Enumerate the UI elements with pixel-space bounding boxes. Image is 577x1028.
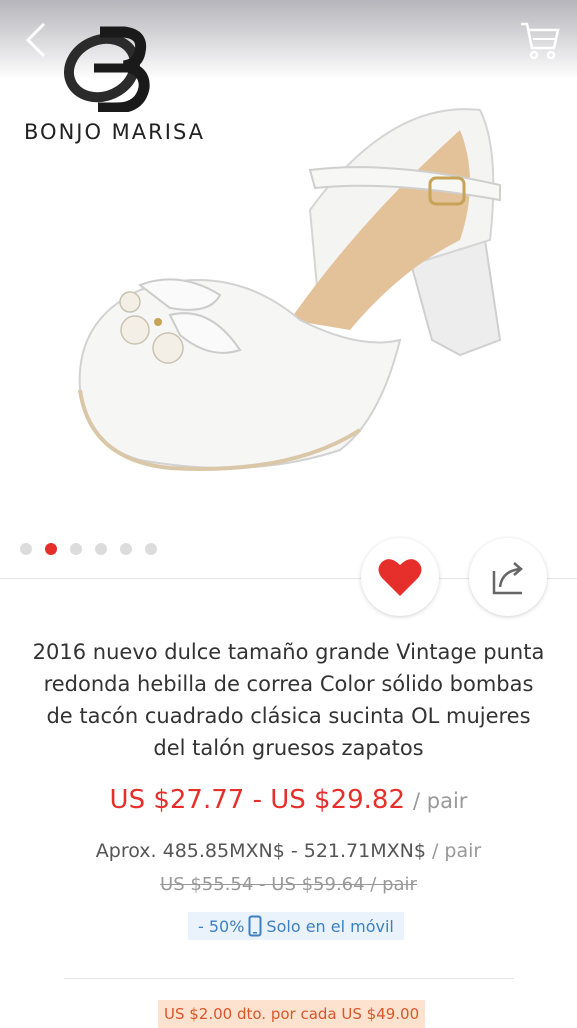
pagination-dot-active[interactable] [45,543,57,555]
pagination-dot[interactable] [70,543,82,555]
price-row: US $27.77 - US $29.82 / pair [0,785,577,815]
share-button[interactable] [469,538,547,616]
cart-button[interactable] [518,18,562,62]
original-price: US $55.54 - US $59.64 / pair [160,874,417,895]
pagination-dot[interactable] [120,543,132,555]
divider [64,978,514,979]
mobile-discount-badge: - 50% Solo en el móvil [188,912,404,940]
gallery-pagination [20,543,157,555]
cart-icon [521,22,560,60]
pagination-dot[interactable] [145,543,157,555]
pagination-dot[interactable] [95,543,107,555]
price-unit: / pair [413,789,468,813]
share-icon [492,562,523,595]
chevron-left-icon [25,22,46,58]
approx-price: Aprox. 485.85MXN$ - 521.71MXN$ [95,840,426,862]
mobile-only-label: Solo en el móvil [266,916,394,936]
brand-logo [64,26,150,112]
pagination-dot[interactable] [20,543,32,555]
product-gallery[interactable]: BONJO MARISA [0,0,577,579]
brand-name: BONJO MARISA [24,120,206,144]
back-button[interactable] [18,20,58,60]
approx-unit: / pair [431,840,482,862]
phone-icon [248,915,262,937]
product-title: 2016 nuevo dulce tamaño grande Vintage p… [32,640,545,760]
product-price: US $27.77 - US $29.82 [109,785,406,815]
product-image[interactable] [60,90,520,490]
favorite-button[interactable] [361,538,439,616]
approx-price-row: Aprox. 485.85MXN$ - 521.71MXN$ / pair [0,840,577,862]
heart-icon [378,559,422,596]
discount-percent: - 50% [198,916,245,936]
